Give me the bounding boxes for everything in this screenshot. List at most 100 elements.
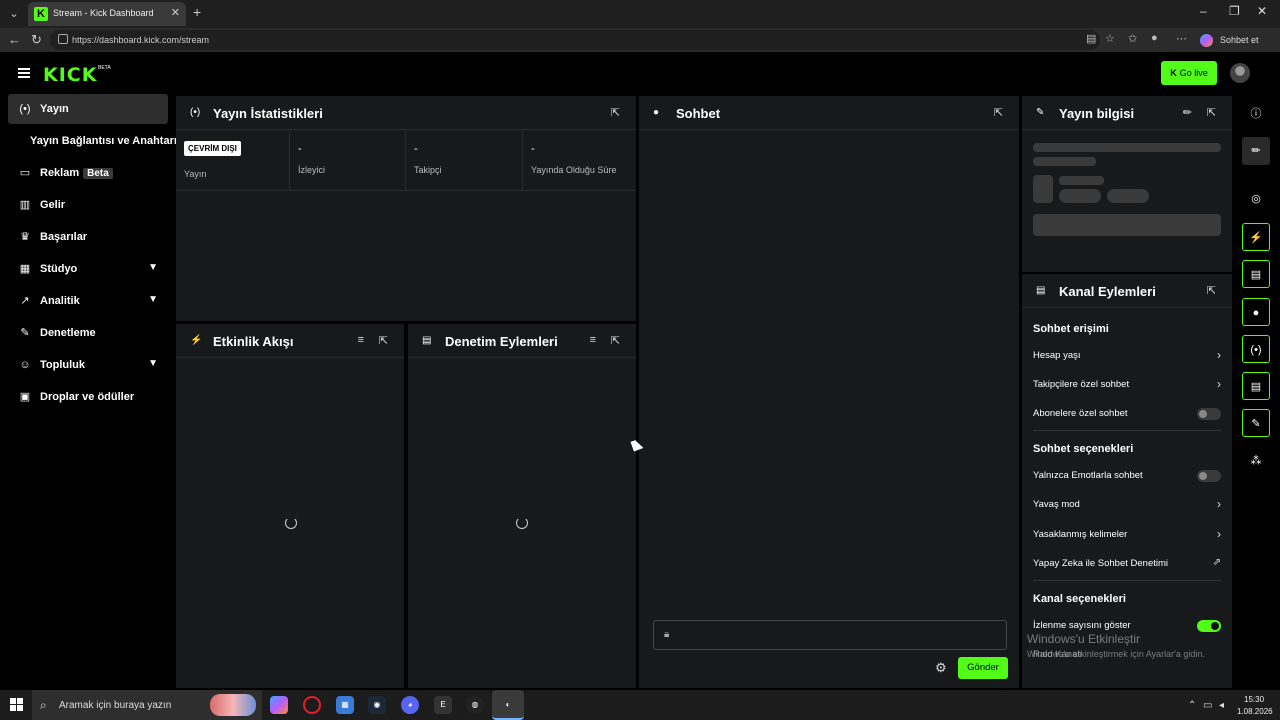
volume-icon[interactable]: ◂ (1219, 700, 1224, 711)
clock-date[interactable]: 1.08.2026 (1237, 707, 1273, 716)
restore-icon[interactable]: ❐ (1229, 4, 1240, 18)
filter-icon[interactable]: ≡ (590, 334, 596, 346)
show-viewer-count-toggle[interactable] (1197, 620, 1221, 632)
new-tab-button[interactable]: + (193, 4, 201, 20)
close-window-icon[interactable]: ✕ (1257, 4, 1267, 18)
chat-settings-icon[interactable]: ⚙ (935, 660, 947, 676)
lightning-icon[interactable]: ⚡ (1242, 223, 1270, 251)
chat-bubble-icon: ● (653, 107, 660, 118)
chevron-down-icon: ▼ (148, 294, 158, 305)
profile-icon[interactable]: ● (1151, 32, 1158, 44)
popout-icon[interactable]: ⇱ (611, 334, 620, 347)
ai-moderation-row[interactable]: Yapay Zeka ile Sohbet Denetimi ⇗ (1033, 554, 1221, 574)
panel-title: Sohbet (676, 106, 721, 121)
divider (1033, 430, 1221, 431)
site-info-icon[interactable] (58, 34, 68, 44)
sidebar-item-studyo[interactable]: ▦ Stüdyo ▼ (8, 254, 168, 284)
send-button[interactable]: Gönder (958, 657, 1008, 679)
clipboard-icon[interactable]: ▤ (1242, 260, 1270, 288)
clock-time[interactable]: 15:30 (1244, 695, 1264, 704)
lightning-icon: ⚡ (190, 335, 203, 346)
epic-games-icon[interactable]: E (434, 696, 452, 714)
skeleton-line (1033, 157, 1096, 166)
sidebar-item-yayin[interactable]: (•) Yayın (8, 94, 168, 124)
chat-message-input[interactable]: 🔒︎ (653, 620, 1007, 650)
skeleton-line (1033, 143, 1221, 152)
favorite-star-icon[interactable]: ☆ (1105, 32, 1115, 45)
favorites-icon[interactable]: ✩ (1128, 32, 1137, 45)
external-link-icon: ⇗ (1212, 557, 1221, 568)
filter-icon[interactable]: ≡ (358, 334, 364, 346)
popout-icon[interactable]: ⇱ (611, 106, 620, 119)
url-field[interactable]: https://dashboard.kick.com/stream (50, 30, 1100, 50)
chat-panel: ● Sohbet ⇱ 🔒︎ ⚙ Gönder (639, 96, 1019, 688)
go-live-label: Go live (1179, 68, 1208, 78)
opera-icon[interactable] (303, 696, 321, 714)
sidebar-item-stream-key[interactable]: Yayın Bağlantısı ve Anahtarı (8, 126, 177, 156)
sidebar-item-analitik[interactable]: ↗ Analitik ▼ (8, 286, 168, 316)
sidebar-item-denetleme[interactable]: ✎ Denetleme (8, 318, 168, 348)
close-tab-icon[interactable]: ✕ (171, 6, 180, 19)
popout-icon[interactable]: ⇱ (379, 334, 388, 347)
more-icon[interactable]: ⋯ (1176, 32, 1187, 45)
reload-icon[interactable]: ↻ (31, 32, 42, 48)
emotes-only-toggle[interactable] (1197, 470, 1221, 482)
stat-uptime: - Yayında Olduğu Süre (523, 131, 636, 191)
menu-icon[interactable] (18, 68, 30, 78)
sidebar-item-basarilar[interactable]: ♛ Başarılar (8, 222, 168, 252)
network-icon[interactable]: ▭ (1203, 700, 1212, 711)
browser-tab[interactable]: K Stream - Kick Dashboard ✕ (28, 2, 186, 26)
tab-list-button[interactable]: ⌄ (6, 6, 22, 22)
edit-pencil-icon[interactable]: ✏ (1183, 106, 1192, 119)
row-label: Yapay Zeka ile Sohbet Denetimi (1033, 558, 1169, 569)
url-text: https://dashboard.kick.com/stream (72, 35, 210, 45)
steam-icon[interactable]: ◉ (368, 696, 386, 714)
obs-icon[interactable]: ◍ (466, 696, 484, 714)
followers-only-row[interactable]: Takipçilere özel sohbet › (1033, 375, 1221, 395)
sidebar-item-droplar[interactable]: ▣ Droplar ve ödüller (8, 382, 168, 412)
copilot-icon[interactable] (1200, 34, 1213, 47)
activation-watermark-text: Windows'u etkinleştirmek için Ayarlar'a … (1027, 649, 1205, 659)
sidebar-item-reklam[interactable]: ▭ Reklam Beta (8, 158, 168, 188)
taskbar-search[interactable]: ⌕ Aramak için buraya yazın (32, 690, 262, 720)
skeleton-thumb (1033, 175, 1053, 203)
info-icon[interactable]: ⓘ (1242, 100, 1270, 128)
panel-header: ✎ Yayın bilgisi ✏ ⇱ (1022, 96, 1232, 130)
subscribers-only-toggle[interactable] (1197, 408, 1221, 420)
reader-icon[interactable]: ▤ (1086, 32, 1096, 45)
sidebar-item-gelir[interactable]: ▥ Gelir (8, 190, 168, 220)
avatar[interactable] (1230, 63, 1250, 83)
discord-icon[interactable]: ◕ (401, 696, 419, 714)
copilot-app-icon[interactable] (270, 696, 288, 714)
slow-mode-row[interactable]: Yavaş mod › (1033, 495, 1221, 515)
edge-icon[interactable]: ◐ (492, 690, 524, 720)
wrench-icon[interactable]: ✎ (1242, 409, 1270, 437)
popout-icon[interactable]: ⇱ (994, 106, 1003, 119)
chat-bubble-icon[interactable]: ● (1242, 298, 1270, 326)
sidebar-item-topluluk[interactable]: ☺ Topluluk ▼ (8, 350, 168, 380)
account-age-row[interactable]: Hesap yaşı › (1033, 346, 1221, 366)
row-label: Yasaklanmış kelimeler (1033, 529, 1128, 540)
kick-dashboard: KICK BETA K Go live (•) Yayın Yayın Bağla… (0, 52, 1280, 690)
copilot-label[interactable]: Sohbet et (1220, 35, 1259, 45)
kick-logo[interactable]: KICK (43, 64, 97, 86)
minimize-icon[interactable]: – (1200, 4, 1207, 18)
section-title: Sohbet erişimi (1033, 323, 1109, 335)
chevron-right-icon: › (1217, 497, 1221, 511)
popout-icon[interactable]: ⇱ (1207, 106, 1216, 119)
go-live-button[interactable]: K Go live (1161, 61, 1217, 85)
store-icon[interactable]: ▦ (336, 696, 354, 714)
popout-icon[interactable]: ⇱ (1207, 284, 1216, 297)
chevron-up-icon[interactable]: ⌃ (1188, 700, 1196, 711)
sidebar-item-label: Reklam Beta (40, 167, 113, 179)
windows-start-icon[interactable] (10, 698, 23, 711)
back-icon[interactable]: ← (8, 32, 21, 47)
edit-pencil-icon[interactable]: ✏ (1242, 137, 1270, 165)
chevron-right-icon: › (1217, 348, 1221, 362)
widgets-icon[interactable]: ⁂ (1242, 447, 1270, 475)
channel-icon[interactable]: ▤ (1242, 372, 1270, 400)
banned-words-row[interactable]: Yasaklanmış kelimeler › (1033, 525, 1221, 545)
focus-icon[interactable]: ◎ (1242, 185, 1270, 213)
skeleton-pill (1059, 189, 1101, 203)
broadcast-icon[interactable]: (•) (1242, 335, 1270, 363)
